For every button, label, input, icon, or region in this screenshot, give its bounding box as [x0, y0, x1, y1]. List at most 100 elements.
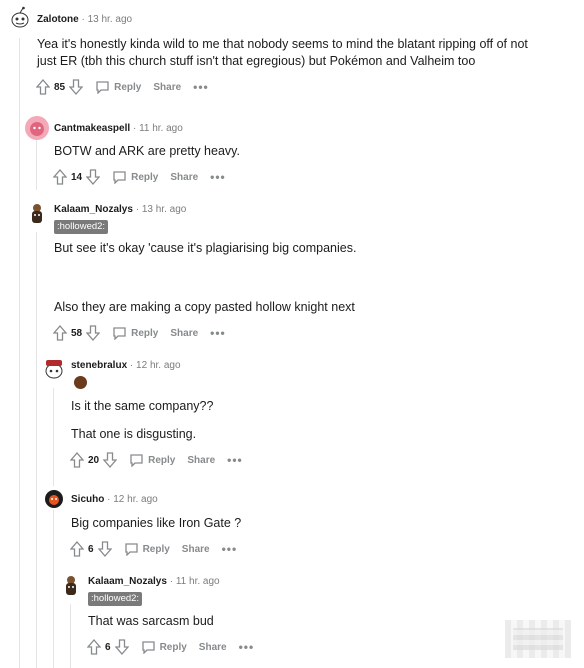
reply-icon	[113, 171, 126, 184]
timestamp[interactable]: 12 hr. ago	[113, 494, 157, 505]
separator: ·	[81, 14, 85, 25]
comment-author[interactable]: stenebralux · 12 hr. ago	[71, 360, 181, 371]
upvote-icon[interactable]	[36, 79, 50, 95]
reply-button[interactable]: Reply	[112, 326, 158, 340]
snoo-avatar-icon	[45, 360, 63, 379]
upvote-icon[interactable]	[70, 541, 84, 557]
share-label: Share	[170, 171, 199, 183]
reply-icon	[130, 454, 143, 467]
comment-body: That was sarcasm bud	[88, 614, 214, 628]
downvote-icon[interactable]	[114, 639, 129, 655]
avatar[interactable]	[25, 202, 49, 226]
separator: ·	[135, 204, 140, 215]
avatar[interactable]	[59, 574, 83, 598]
thread-line[interactable]	[19, 38, 20, 668]
username[interactable]: Cantmakeaspell	[54, 123, 130, 134]
comment-actions: 85 Reply Share •••	[36, 78, 209, 96]
reply-button[interactable]: Reply	[129, 453, 175, 467]
comment-author[interactable]: Zalotone · 13 hr. ago	[37, 14, 132, 25]
share-label: Share	[198, 641, 227, 653]
comment-body: But see it's okay 'cause it's plagiarisi…	[54, 241, 357, 255]
snoo-avatar-icon	[11, 6, 29, 28]
more-options-button[interactable]: •••	[210, 327, 226, 339]
more-options-button[interactable]: •••	[210, 171, 226, 183]
comment-body: Is it the same company??	[71, 399, 214, 413]
comment-author[interactable]: Sicuho · 12 hr. ago	[71, 494, 158, 505]
reply-label: Reply	[148, 454, 176, 466]
avatar[interactable]	[42, 357, 66, 381]
more-options-button[interactable]: •••	[222, 543, 238, 555]
vote-count: 20	[88, 454, 100, 466]
reply-button[interactable]: Reply	[141, 640, 187, 654]
downvote-icon[interactable]	[97, 541, 112, 557]
timestamp[interactable]: 11 hr. ago	[176, 576, 220, 587]
thread-line[interactable]	[70, 604, 71, 668]
share-label: Share	[187, 454, 216, 466]
downvote-icon[interactable]	[86, 325, 101, 341]
username[interactable]: Sicuho	[71, 494, 104, 505]
avatar[interactable]	[25, 116, 49, 140]
comment-author[interactable]: Cantmakeaspell · 11 hr. ago	[54, 123, 183, 134]
snoo-avatar-icon	[32, 204, 42, 223]
timestamp[interactable]: 12 hr. ago	[136, 360, 180, 371]
reply-button[interactable]: Reply	[112, 170, 158, 184]
comment-actions: 58 Reply Share •••	[53, 324, 226, 342]
comment-body: Big companies like Iron Gate ?	[71, 516, 242, 530]
username[interactable]: stenebralux	[71, 360, 127, 371]
thread-line[interactable]	[36, 232, 37, 668]
share-button[interactable]: Share	[187, 455, 215, 466]
share-button[interactable]: Share	[170, 328, 198, 339]
thread-line[interactable]	[53, 512, 54, 668]
share-label: Share	[170, 327, 199, 339]
reply-label: Reply	[114, 81, 142, 93]
timestamp[interactable]: 13 hr. ago	[142, 204, 186, 215]
downvote-icon[interactable]	[86, 169, 101, 185]
share-button[interactable]: Share	[170, 172, 198, 183]
comment-author[interactable]: Kalaam_Nozalys · 13 hr. ago	[54, 204, 186, 215]
reply-icon	[96, 81, 109, 94]
timestamp[interactable]: 11 hr. ago	[139, 123, 183, 134]
upvote-icon[interactable]	[87, 639, 101, 655]
username[interactable]: Kalaam_Nozalys	[88, 576, 167, 587]
upvote-icon[interactable]	[53, 169, 67, 185]
flair-emoji-icon	[74, 376, 87, 389]
vote-count: 6	[88, 543, 94, 555]
more-options-button[interactable]: •••	[239, 641, 255, 653]
comment-body: BOTW and ARK are pretty heavy.	[54, 144, 240, 158]
more-options-button[interactable]: •••	[227, 454, 243, 466]
username[interactable]: Kalaam_Nozalys	[54, 204, 133, 215]
reply-button[interactable]: Reply	[95, 80, 141, 94]
timestamp[interactable]: 13 hr. ago	[88, 14, 132, 25]
username[interactable]: Zalotone	[37, 14, 79, 25]
share-button[interactable]: Share	[182, 544, 210, 555]
thread-line[interactable]	[36, 140, 37, 190]
comment-body: Yea it's honestly kinda wild to me that …	[37, 37, 528, 51]
separator: ·	[169, 576, 174, 587]
vote-count: 14	[71, 171, 83, 183]
comment-actions: 14 Reply Share •••	[53, 168, 226, 186]
avatar[interactable]	[42, 486, 66, 510]
snoo-avatar-icon	[66, 576, 76, 595]
snoo-avatar-icon	[25, 116, 49, 140]
upvote-icon[interactable]	[70, 452, 84, 468]
avatar[interactable]	[8, 6, 32, 30]
comment-actions: 20 Reply Share •••	[70, 451, 243, 469]
more-options-button[interactable]: •••	[193, 81, 209, 93]
comment-body: just ER (tbh this church stuff isn't tha…	[37, 54, 476, 68]
vote-count: 6	[105, 641, 111, 653]
comment-body: That one is disgusting.	[71, 427, 197, 441]
share-label: Share	[181, 543, 210, 555]
share-label: Share	[153, 81, 182, 93]
upvote-icon[interactable]	[53, 325, 67, 341]
comment-actions: 6 Reply Share •••	[87, 638, 254, 656]
reply-button[interactable]: Reply	[124, 542, 170, 556]
reply-icon	[124, 543, 138, 556]
user-flair: :hollowed2:	[54, 220, 109, 234]
share-button[interactable]: Share	[199, 642, 227, 653]
vote-count: 58	[71, 327, 83, 339]
reply-label: Reply	[131, 327, 159, 339]
downvote-icon[interactable]	[103, 452, 118, 468]
downvote-icon[interactable]	[69, 79, 84, 95]
share-button[interactable]: Share	[153, 82, 181, 93]
comment-author[interactable]: Kalaam_Nozalys · 11 hr. ago	[88, 576, 220, 587]
